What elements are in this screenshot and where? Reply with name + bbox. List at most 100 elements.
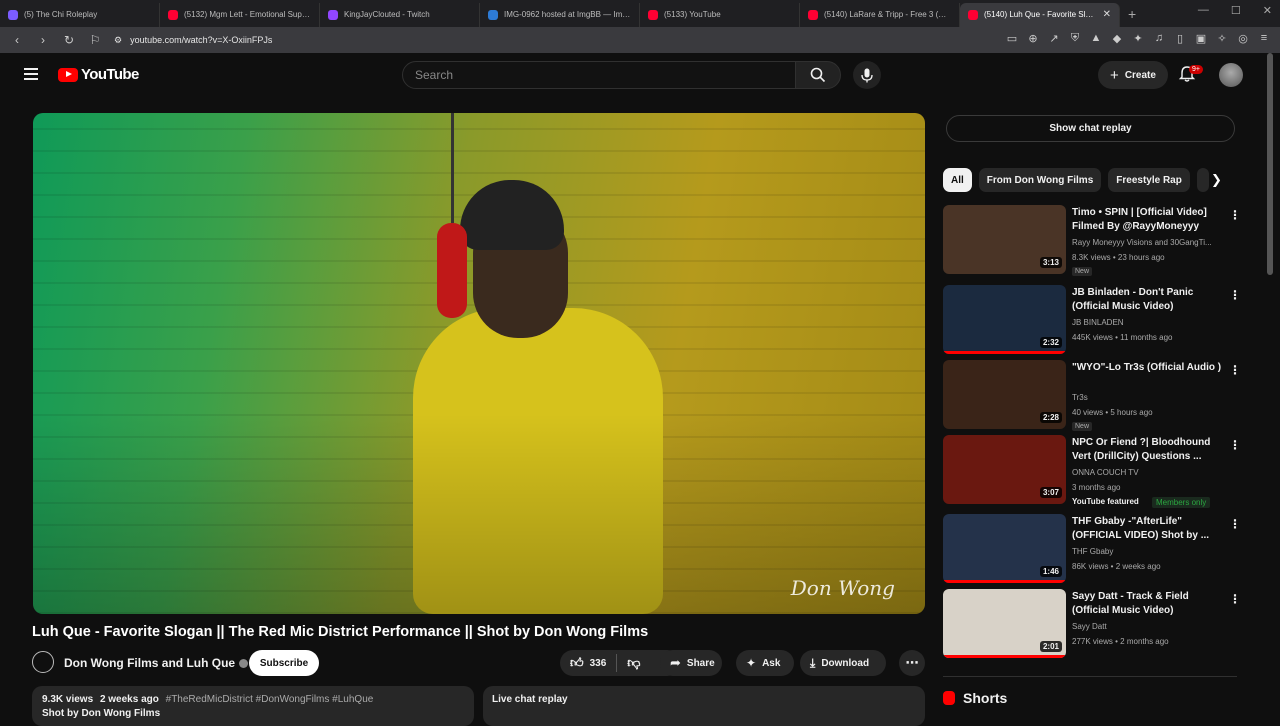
video-thumbnail[interactable]: 2:01 [943,589,1066,658]
rewards-icon[interactable]: ▲ [1090,32,1102,45]
vpn-icon[interactable]: ◎ [1237,32,1249,45]
account-avatar[interactable] [1219,63,1243,87]
share-icon: ➦ [670,655,681,670]
recommended-video[interactable]: 3:13 Timo • SPIN | [Official Video] Filme… [943,205,1243,276]
site-info-icon[interactable]: ⚙ [114,35,122,46]
video-thumbnail[interactable]: 3:07 [943,435,1066,504]
description-box[interactable]: 9.3K views 2 weeks ago #TheRedMicDistric… [32,686,474,726]
recommended-video-title[interactable]: THF Gbaby -"AfterLife" (OFFICIAL VIDEO) … [1072,515,1222,543]
recommended-channel[interactable]: ONNA COUCH TV [1072,468,1242,477]
puzzle-icon[interactable]: ✦ [1132,32,1144,45]
share-page-icon[interactable]: ↗ [1048,32,1060,45]
more-vertical-icon[interactable]: ⋮ [1229,517,1241,531]
like-count[interactable]: 336 [590,658,607,669]
chip-all[interactable]: All [943,168,972,192]
notifications-badge: 9+ [1189,65,1203,74]
new-tab-icon[interactable]: + [1128,6,1136,22]
back-icon[interactable]: ‹ [10,33,24,47]
recommended-video[interactable]: 2:01 Sayy Datt - Track & Field (Official … [943,589,1243,659]
download-button[interactable]: ⤓ Download [800,650,886,676]
forward-icon[interactable]: › [36,33,50,47]
video-thumbnail[interactable]: 3:13 [943,205,1066,274]
sidebar-icon[interactable]: ▯ [1174,32,1186,45]
reload-icon[interactable]: ↻ [62,33,76,47]
bookmark-icon[interactable]: ⚐ [88,33,102,47]
channel-name[interactable]: Don Wong Films and Luh Que [64,656,249,670]
maximize-icon[interactable]: ☐ [1231,4,1241,17]
more-vertical-icon[interactable]: ⋮ [1229,438,1241,452]
subscribe-button[interactable]: Subscribe [249,650,319,676]
recommended-channel[interactable]: Tr3s [1072,393,1242,402]
youtube-favicon-icon [168,9,178,20]
section-divider [943,676,1237,677]
recommended-video[interactable]: 3:07 NPC Or Fiend ?| Bloodhound Vert (Dri… [943,435,1243,508]
chip-from-channel[interactable]: From Don Wong Films [978,168,1102,192]
more-vertical-icon[interactable]: ⋮ [1229,208,1241,222]
browser-tab[interactable]: (5132) Mgm Lett - Emotional Support [160,2,320,27]
url-field[interactable]: ⚙ youtube.com/watch?v=X-OxiinFPJs [114,35,272,46]
chip-freestyle-rap[interactable]: Freestyle Rap [1108,168,1190,192]
chip-overflow [1196,168,1209,192]
video-thumbnail[interactable]: 1:46 [943,514,1066,583]
more-actions-button[interactable]: ⋯ [899,650,925,676]
url-text[interactable]: youtube.com/watch?v=X-OxiinFPJs [130,35,272,45]
browser-tab[interactable]: KingJayClouted - Twitch [320,2,480,27]
view-count: 9.3K views [42,694,94,705]
ai-icon[interactable]: ✧ [1216,32,1228,45]
extension-toolbar: ▭ ⊕ ↗ ⛨ ▲ ◆ ✦ ♫ ▯ ▣ ✧ ◎ ≡ [1006,32,1270,45]
video-thumbnail[interactable]: 2:28 [943,360,1066,429]
browser-tab-active[interactable]: (5140) Luh Que - Favorite Slogan...✕ [960,2,1120,27]
recommended-channel[interactable]: THF Gbaby [1072,547,1242,556]
page-scrollbar[interactable] [1267,53,1273,275]
menu-icon[interactable]: ≡ [1258,32,1270,45]
hashtags[interactable]: #TheRedMicDistrict #DonWongFilms #LuhQue [166,694,374,705]
recommended-video[interactable]: 2:32 JB Binladen - Don't Panic (Official … [943,285,1243,355]
shield-icon[interactable]: ⛨ [1069,32,1081,45]
search-button[interactable] [795,61,841,89]
recommended-channel[interactable]: Rayy Moneyyy Visions and 30GangTi... [1072,238,1242,247]
recommended-video-title[interactable]: Timo • SPIN | [Official Video] Filmed By… [1072,206,1222,234]
search-input[interactable]: Search [402,61,796,89]
recommended-video-title[interactable]: JB Binladen - Don't Panic (Official Musi… [1072,286,1222,314]
zoom-icon[interactable]: ⊕ [1027,32,1039,45]
like-icon[interactable]: 👍︎ [570,655,584,671]
close-window-icon[interactable]: ✕ [1263,4,1272,17]
channel-avatar[interactable] [32,651,54,673]
minimize-icon[interactable]: — [1198,4,1209,17]
video-player[interactable]: Don Wong [33,113,925,614]
hamburger-menu-icon[interactable] [24,68,38,80]
extension-icon[interactable]: ◆ [1111,32,1123,45]
youtube-logo[interactable]: YouTube [58,66,139,83]
browser-tab[interactable]: (5140) LaRare & Tripp - Free 3 (Official… [800,2,960,27]
share-button[interactable]: ➦ Share [660,650,722,676]
cast-icon[interactable]: ▭ [1006,32,1018,45]
recommended-video[interactable]: 1:46 THF Gbaby -"AfterLife" (OFFICIAL VID… [943,514,1243,584]
video-thumbnail[interactable]: 2:32 [943,285,1066,354]
youtube-favicon-icon [648,9,658,20]
live-chat-replay-panel[interactable]: Live chat replay [483,686,925,726]
window-controls: — ☐ ✕ [1198,4,1272,17]
more-vertical-icon[interactable]: ⋮ [1229,363,1241,377]
recommended-meta: 86K views • 2 weeks ago [1072,562,1161,571]
wallet-icon[interactable]: ▣ [1195,32,1207,45]
music-icon[interactable]: ♫ [1153,32,1165,45]
ask-button[interactable]: ✦ Ask [736,650,794,676]
dislike-icon[interactable]: 👎︎ [627,655,640,671]
more-vertical-icon[interactable]: ⋮ [1229,592,1241,606]
create-button[interactable]: + Create [1098,61,1168,89]
recommended-video-title[interactable]: NPC Or Fiend ?| Bloodhound Vert (DrillCi… [1072,436,1222,464]
recommended-channel[interactable]: JB BINLADEN [1072,318,1242,327]
browser-tab[interactable]: IMG-0962 hosted at ImgBB — ImgBB [480,2,640,27]
download-icon: ⤓ [810,655,816,670]
close-tab-icon[interactable]: ✕ [1103,9,1111,20]
recommended-video-title[interactable]: "WYO"-Lo Tr3s (Official Audio ) [1072,361,1222,375]
recommended-video-title[interactable]: Sayy Datt - Track & Field (Official Musi… [1072,590,1222,618]
voice-search-button[interactable] [853,61,881,89]
browser-tab[interactable]: (5) The Chi Roleplay [0,2,160,27]
more-vertical-icon[interactable]: ⋮ [1229,288,1241,302]
chevron-right-icon[interactable]: ❯ [1211,172,1222,188]
recommended-channel[interactable]: Sayy Datt [1072,622,1242,631]
show-chat-replay-button[interactable]: Show chat replay [946,115,1235,142]
browser-tab[interactable]: (5133) YouTube [640,2,800,27]
recommended-video[interactable]: 2:28 "WYO"-Lo Tr3s (Official Audio ) Tr3s 4… [943,360,1243,431]
